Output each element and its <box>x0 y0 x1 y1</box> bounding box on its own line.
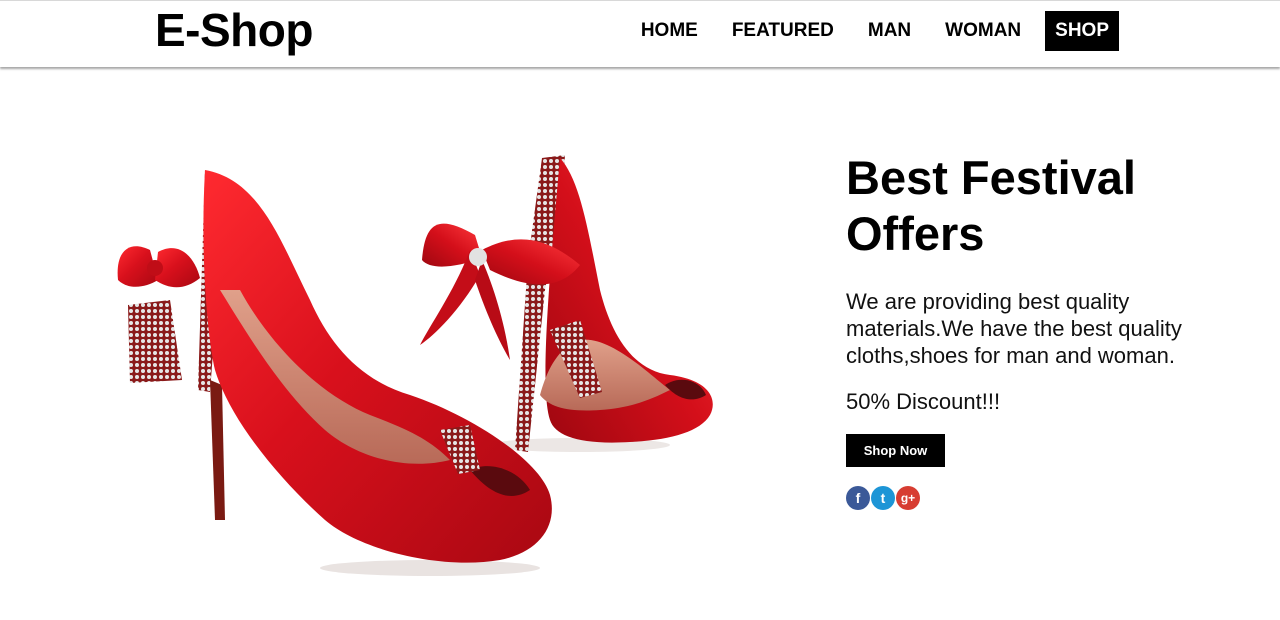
hero-description: We are providing best quality materials.… <box>846 289 1182 368</box>
front-shoe <box>117 170 552 563</box>
hero-info: Best Festival Offers We are providing be… <box>846 150 1226 510</box>
red-high-heel-shoes-image <box>117 155 713 576</box>
twitter-icon[interactable]: t <box>871 486 895 510</box>
back-shoe <box>420 155 713 452</box>
nav-home[interactable]: HOME <box>631 11 708 51</box>
nav-featured[interactable]: FEATURED <box>722 11 844 51</box>
shop-now-button[interactable]: Shop Now <box>846 434 945 467</box>
brand-logo[interactable]: E-Shop <box>155 5 313 55</box>
facebook-icon[interactable]: f <box>846 486 870 510</box>
nav-woman[interactable]: WOMAN <box>935 11 1031 51</box>
google-plus-icon[interactable]: g+ <box>896 486 920 510</box>
social-links: f t g+ <box>846 486 1226 510</box>
navbar: E-Shop HOME FEATURED MAN WOMAN SHOP <box>0 0 1280 67</box>
discount-text: 50% Discount!!! <box>846 389 1001 414</box>
main-nav: HOME FEATURED MAN WOMAN SHOP <box>617 11 1119 51</box>
nav-shop[interactable]: SHOP <box>1045 11 1119 51</box>
hero-shoes-image <box>110 140 730 600</box>
hero-headline: Best Festival Offers <box>846 151 1136 260</box>
nav-man[interactable]: MAN <box>858 11 921 51</box>
